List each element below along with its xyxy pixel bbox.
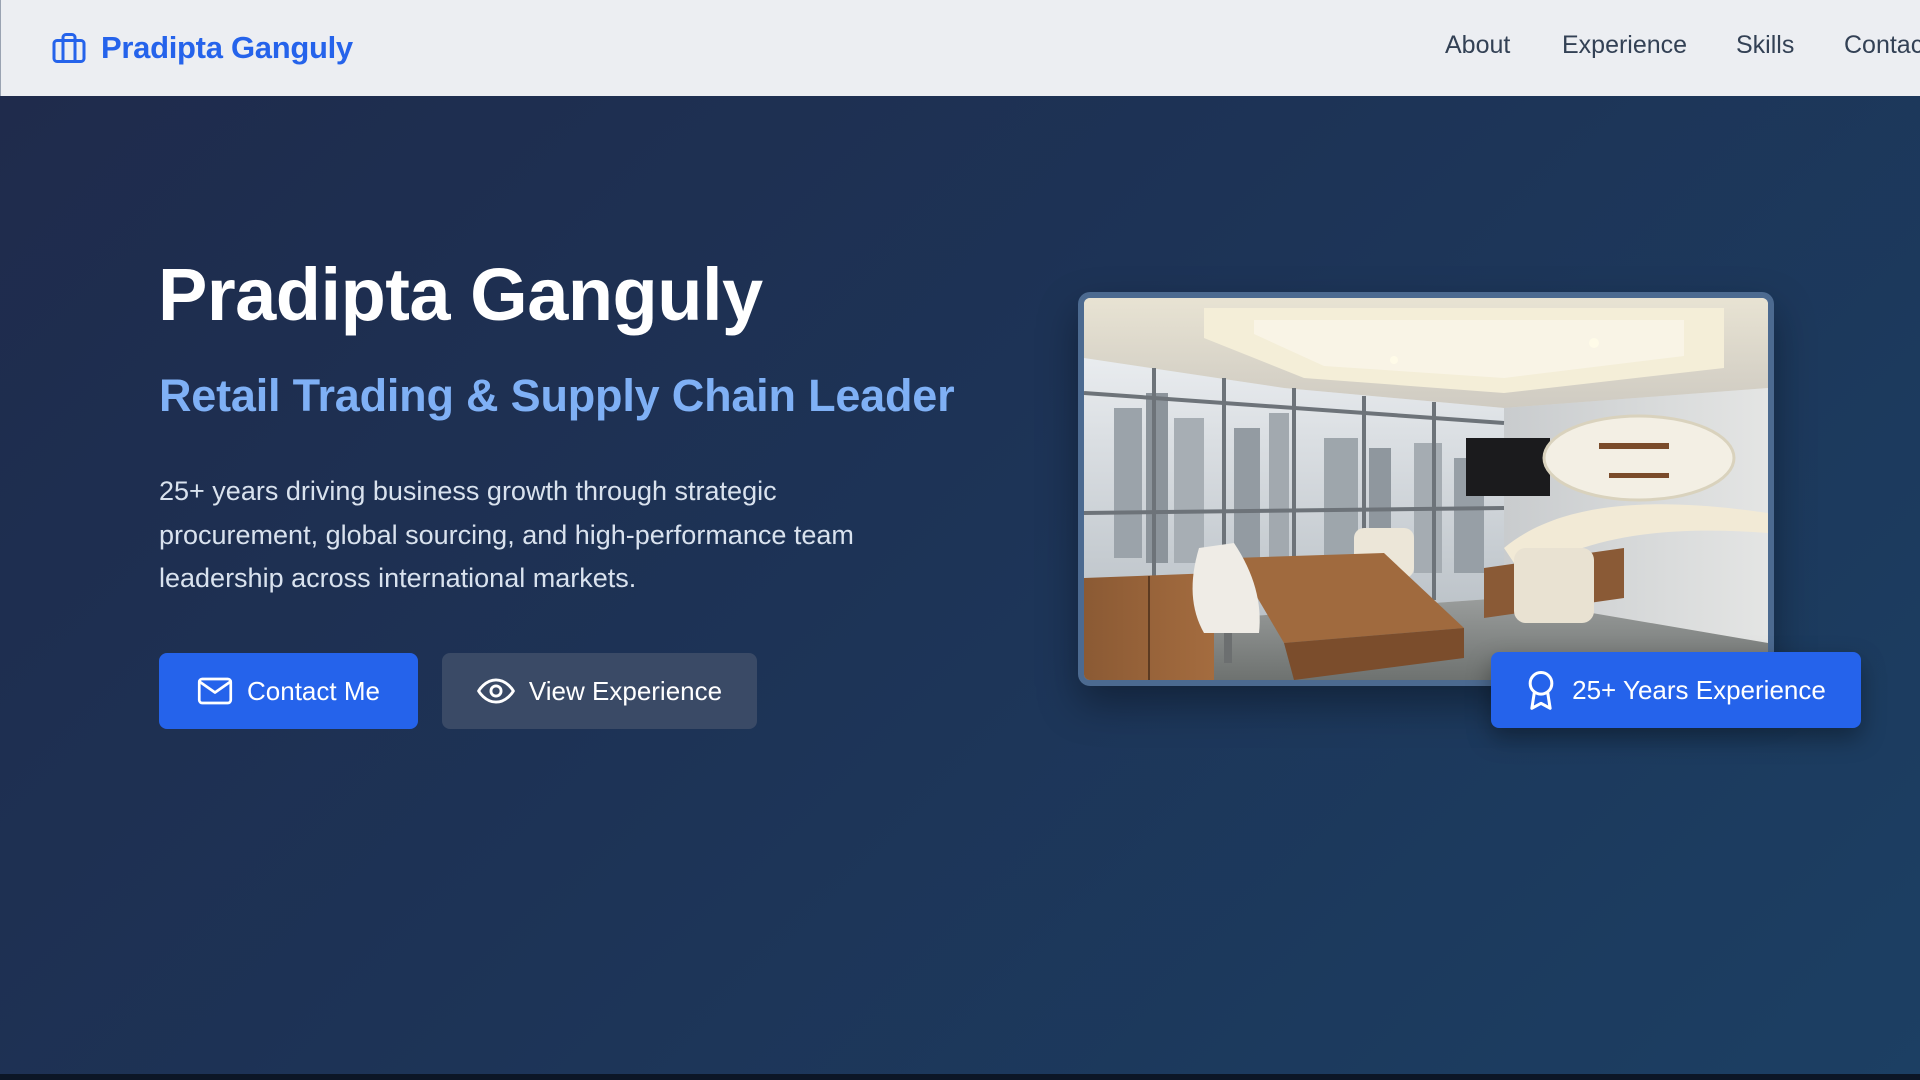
nav-link-about[interactable]: About	[1445, 31, 1510, 60]
office-illustration	[1084, 298, 1768, 680]
office-interior-photo	[1084, 298, 1768, 680]
eye-icon	[477, 678, 515, 704]
mail-icon	[197, 677, 233, 705]
nav-link-contact[interactable]: Contac	[1844, 31, 1920, 60]
contact-me-button[interactable]: Contact Me	[159, 653, 418, 729]
page-bottom-edge	[0, 1074, 1920, 1080]
briefcase-icon	[52, 33, 86, 63]
hero-title: Pradipta Ganguly	[158, 253, 763, 336]
contact-me-label: Contact Me	[247, 675, 380, 706]
page: Pradipta Ganguly About Experience Skills…	[0, 0, 1920, 1080]
nav-link-experience[interactable]: Experience	[1562, 31, 1687, 60]
view-experience-button[interactable]: View Experience	[442, 653, 757, 729]
view-experience-label: View Experience	[528, 675, 723, 706]
nav-link-skills[interactable]: Skills	[1736, 31, 1794, 60]
brand-link[interactable]: Pradipta Ganguly	[51, 27, 353, 69]
experience-badge: 25+ Years Experience	[1491, 652, 1861, 728]
photo-frame	[1078, 292, 1774, 686]
experience-badge-label: 25+ Years Experience	[1572, 674, 1826, 705]
navbar: Pradipta Ganguly About Experience Skills…	[0, 0, 1920, 96]
hero-subtitle: Retail Trading & Supply Chain Leader	[159, 370, 955, 421]
hero-description: 25+ years driving business growth throug…	[159, 476, 854, 593]
brand-name: Pradipta Ganguly	[101, 30, 353, 65]
award-icon	[1528, 671, 1554, 710]
